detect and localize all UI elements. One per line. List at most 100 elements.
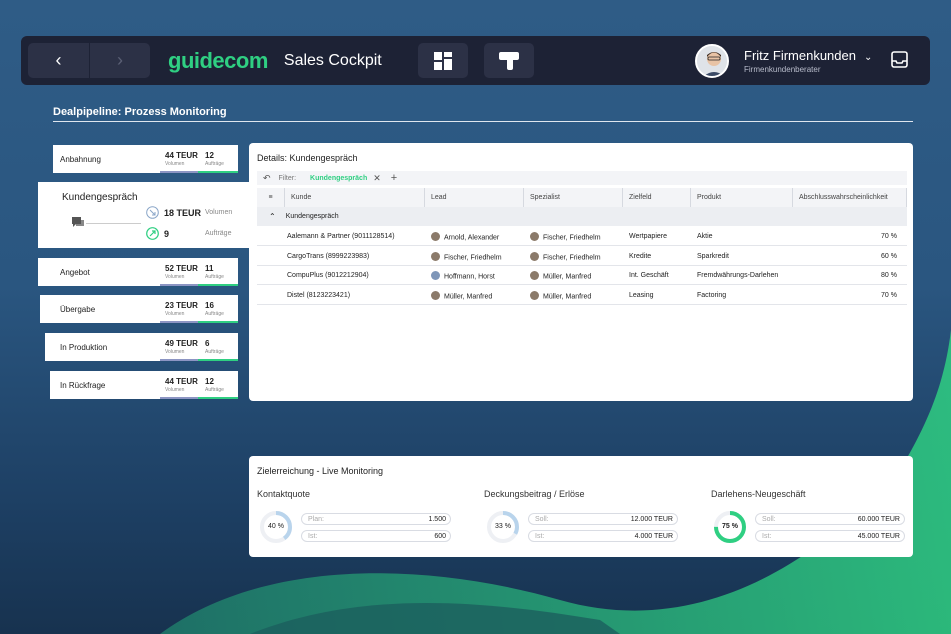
stage-in-rueckfrage[interactable]: In Rückfrage 44 TEUR Volumen 12 Aufträge [50,371,238,399]
volume-bar [160,397,198,399]
volume-bar [160,359,198,361]
kpi-title: Darlehens-Neugeschäft [711,489,806,499]
volume-bar [160,171,198,173]
volume-label: Volumen [165,311,185,317]
kpi-plan-pill: Plan: 1.500 [301,513,451,525]
pill-key: Soll: [762,516,776,523]
cell-spezialist: Fischer, Friedhelm [530,232,601,242]
volume-label: Volumen [205,209,233,216]
person-icon [530,252,539,261]
pill-value: 600 [434,533,446,540]
count-bar [198,397,238,399]
spezialist-name: Fischer, Friedhelm [543,254,601,262]
inbox-icon[interactable] [891,51,908,68]
stage-count: 6 [205,339,210,348]
cell-produkt: Aktie [697,233,713,240]
details-title: Details: Kundengespräch [257,153,358,163]
connector-line [86,223,141,224]
kpi-kontaktquote: Kontaktquote 40 % Plan: 1.500 Ist: 600 [257,489,457,549]
col-zielfeld[interactable]: Zielfeld [623,188,691,207]
user-role: Firmenkundenberater [744,65,821,74]
count-label: Aufträge [205,387,224,393]
cell-zielfeld: Wertpapiere [629,233,668,240]
table-row[interactable]: Aalemann & Partner (9011128514) Arnold, … [257,227,907,246]
add-filter-icon[interactable]: + [391,172,397,184]
chevron-up-icon[interactable]: ⌃ [269,212,276,221]
cell-kunde: Distel (8123223421) [287,292,351,299]
group-row[interactable]: ⌃ Kundengespräch [257,207,907,226]
col-spezialist[interactable]: Spezialist [524,188,623,207]
forward-button[interactable]: › [89,43,150,78]
spezialist-name: Müller, Manfred [543,273,592,281]
stage-count: 12 [205,377,214,386]
cell-spezialist: Fischer, Friedhelm [530,252,601,262]
person-icon [431,252,440,261]
pill-key: Ist: [535,533,545,540]
person-icon [530,271,539,280]
table-row[interactable]: CompuPlus (9012212904) Hoffmann, Horst M… [257,266,907,285]
pill-value: 4.000 TEUR [634,533,673,540]
stage-kundengespraech[interactable]: Kundengespräch 18 TEUR Volumen 9 Aufträg… [38,182,250,248]
stage-anbahnung[interactable]: Anbahnung 44 TEUR Volumen 12 Aufträge [53,145,238,173]
count-bar [198,284,238,286]
kpi-soll-pill: Soll: 12.000 TEUR [528,513,678,525]
count-bar [198,359,238,361]
filter-chip[interactable]: Kundengespräch [310,175,367,182]
spezialist-name: Fischer, Friedhelm [543,234,601,242]
avatar[interactable] [695,44,729,78]
user-menu-chevron-icon[interactable]: ⌄ [864,52,872,63]
lead-name: Fischer, Friedhelm [444,254,502,262]
stage-label: In Rückfrage [60,381,106,390]
col-produkt[interactable]: Produkt [691,188,793,207]
table-row[interactable]: Distel (8123223421) Müller, Manfred Müll… [257,286,907,305]
col-kunde[interactable]: Kunde [285,188,425,207]
trend-up-icon [146,227,159,240]
volume-label: Volumen [165,387,185,393]
chevron-left-icon: ‹ [55,50,62,70]
col-abschluss[interactable]: Abschlusswahrscheinlichkeit [793,188,907,207]
cell-prob: 80 % [881,272,897,279]
col-lead[interactable]: Lead [425,188,524,207]
stage-in-produktion[interactable]: In Produktion 49 TEUR Volumen 6 Aufträge [45,333,238,361]
pipeline-button[interactable] [484,43,534,78]
volume-label: Volumen [165,161,185,167]
filter-bar: ↶ Filter: Kundengespräch ✕ + [257,171,907,185]
cell-produkt: Factoring [697,292,727,299]
person-icon [530,232,539,241]
dashboard-button[interactable] [418,43,468,78]
volume-label: Volumen [165,274,185,280]
table-row[interactable]: CargoTrans (8999223983) Fischer, Friedhe… [257,247,907,266]
lead-name: Arnold, Alexander [444,234,500,242]
spezialist-name: Müller, Manfred [543,293,592,301]
kpi-ist-pill: Ist: 600 [301,530,451,542]
details-panel: Details: Kundengespräch ↶ Filter: Kunden… [249,143,913,401]
cell-zielfeld: Int. Geschäft [629,272,669,279]
count-bar [198,171,238,173]
column-config-icon[interactable]: ≡ [257,188,285,207]
undo-icon[interactable]: ↶ [263,173,271,184]
person-icon [431,271,440,280]
user-name: Fritz Firmenkunden [744,48,856,63]
count-label: Aufträge [205,230,232,237]
nav-group: ‹ › [28,43,150,78]
kpi-percent: 40 % [268,523,284,530]
cell-lead: Arnold, Alexander [431,232,500,242]
lead-name: Hoffmann, Horst [444,273,495,281]
cell-produkt: Sparkredit [697,253,729,260]
stage-volume: 44 TEUR [165,151,198,160]
volume-bar [160,321,198,323]
volume-bar [160,284,198,286]
stage-volume: 52 TEUR [165,264,198,273]
stage-count: 9 [164,229,170,239]
stage-count: 16 [205,301,214,310]
stage-angebot[interactable]: Angebot 52 TEUR Volumen 11 Aufträge [38,258,238,286]
kpi-title: Kontaktquote [257,489,311,499]
close-icon[interactable]: ✕ [373,173,381,184]
user-photo-icon [697,46,727,76]
person-icon [431,232,440,241]
cell-kunde: CompuPlus (9012212904) [287,272,369,279]
stage-uebergabe[interactable]: Übergabe 23 TEUR Volumen 16 Aufträge [40,295,238,323]
back-button[interactable]: ‹ [28,43,89,78]
kpi-ist-pill: Ist: 45.000 TEUR [755,530,905,542]
stage-label: Angebot [60,268,90,277]
